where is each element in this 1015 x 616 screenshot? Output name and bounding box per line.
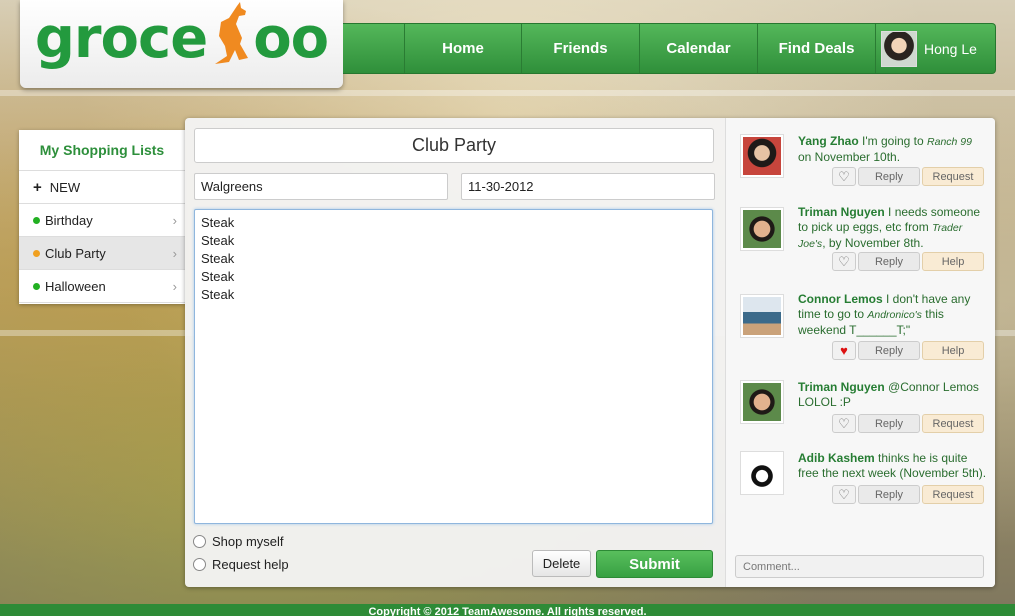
- radio-button[interactable]: [193, 558, 206, 571]
- status-dot-icon: [33, 216, 40, 224]
- reply-button[interactable]: Reply: [858, 485, 920, 504]
- items-textarea[interactable]: Steak Steak Steak Steak Steak: [194, 209, 713, 524]
- sidebar-item-club-party[interactable]: Club Party ›: [19, 237, 185, 270]
- request-button[interactable]: Request: [922, 167, 984, 186]
- avatar: [881, 30, 917, 67]
- list-item: Steak: [201, 215, 235, 230]
- chevron-right-icon: ›: [172, 278, 177, 294]
- reply-button[interactable]: Reply: [858, 341, 920, 360]
- post-author[interactable]: Adib Kashem: [798, 451, 875, 465]
- nav-user-profile[interactable]: Hong Le: [876, 24, 995, 73]
- like-button[interactable]: ♡: [832, 414, 856, 433]
- post-author[interactable]: Triman Nguyen: [798, 205, 885, 219]
- chevron-right-icon: ›: [172, 212, 177, 228]
- like-button[interactable]: ♡: [832, 485, 856, 504]
- reply-button[interactable]: Reply: [858, 252, 920, 271]
- footer: Copyright © 2012 TeamAwesome. All rights…: [0, 604, 1015, 616]
- help-button[interactable]: Help: [922, 252, 984, 271]
- logo[interactable]: groce oo: [20, 0, 343, 88]
- post-body: on November 10th.: [798, 150, 901, 164]
- heart-icon: ♡: [838, 253, 850, 269]
- nav-home[interactable]: Home: [404, 24, 522, 73]
- post-text: Adib Kashem thinks he is quite free the …: [798, 451, 988, 481]
- user-name: Hong Le: [924, 40, 977, 57]
- nav-find-deals[interactable]: Find Deals: [758, 24, 876, 73]
- submit-button[interactable]: Submit: [596, 550, 713, 578]
- avatar[interactable]: [740, 134, 784, 178]
- like-button[interactable]: ♡: [832, 167, 856, 186]
- sidebar-title: My Shopping Lists: [19, 130, 185, 171]
- sidebar-item-new[interactable]: + NEW: [19, 171, 185, 204]
- avatar[interactable]: [740, 451, 784, 495]
- post-actions: ♡ Reply Help: [832, 252, 984, 271]
- heart-icon: ♡: [838, 486, 850, 502]
- like-button[interactable]: ♡: [832, 252, 856, 271]
- avatar[interactable]: [740, 294, 784, 338]
- logo-text-end: oo: [253, 5, 329, 71]
- store-name: Andronico's: [867, 309, 922, 321]
- store-name: Ranch 99: [927, 136, 972, 148]
- post-body: I'm going to: [858, 134, 928, 148]
- post-text: Yang Zhao I'm going to Ranch 99 on Novem…: [798, 134, 988, 165]
- option-label: Request help: [212, 557, 289, 572]
- heart-icon: ♡: [838, 168, 850, 184]
- request-button[interactable]: Request: [922, 485, 984, 504]
- post-author[interactable]: Triman Nguyen: [798, 380, 885, 394]
- post-text: Connor Lemos I don't have any time to go…: [798, 292, 988, 338]
- option-label: Shop myself: [212, 534, 284, 549]
- request-button[interactable]: Request: [922, 414, 984, 433]
- shop-myself-option[interactable]: Shop myself: [193, 534, 284, 549]
- store-field[interactable]: Walgreens: [194, 173, 448, 200]
- delete-button[interactable]: Delete: [532, 550, 591, 577]
- list-editor-panel: Club Party Walgreens 11-30-2012 Steak St…: [185, 118, 995, 587]
- list-title-field[interactable]: Club Party: [194, 128, 714, 163]
- sidebar-item-label: Halloween: [45, 278, 106, 294]
- post-actions: ♥ Reply Help: [832, 341, 984, 360]
- sidebar-item-label: Club Party: [45, 245, 106, 261]
- post-author[interactable]: Yang Zhao: [798, 134, 859, 148]
- main-nav: Home Friends Calendar Find Deals Hong Le: [343, 23, 996, 74]
- kangaroo-icon: [215, 2, 249, 65]
- shopping-lists-sidebar: My Shopping Lists + NEW Birthday › Club …: [19, 130, 185, 304]
- reply-button[interactable]: Reply: [858, 414, 920, 433]
- activity-feed: Yang Zhao I'm going to Ranch 99 on Novem…: [725, 118, 995, 587]
- chevron-right-icon: ›: [172, 245, 177, 261]
- comment-input[interactable]: Comment...: [735, 555, 984, 578]
- post-body: , by November 8th.: [822, 236, 924, 250]
- post-text: Triman Nguyen @Connor Lemos LOLOL :P: [798, 380, 988, 410]
- list-item: Steak: [201, 269, 235, 284]
- list-item: Steak: [201, 251, 235, 266]
- status-dot-icon: [33, 282, 40, 290]
- post-actions: ♡ Reply Request: [832, 414, 984, 433]
- nav-friends[interactable]: Friends: [522, 24, 640, 73]
- nav-calendar[interactable]: Calendar: [640, 24, 758, 73]
- plus-icon: +: [33, 178, 42, 196]
- avatar[interactable]: [740, 207, 784, 251]
- list-item: Steak: [201, 233, 235, 248]
- sidebar-item-birthday[interactable]: Birthday ›: [19, 204, 185, 237]
- post-actions: ♡ Reply Request: [832, 167, 984, 186]
- heart-icon: ♡: [838, 415, 850, 431]
- logo-text-start: groce: [34, 5, 208, 71]
- like-button[interactable]: ♥: [832, 341, 856, 360]
- status-dot-icon: [33, 249, 40, 257]
- post-author[interactable]: Connor Lemos: [798, 292, 883, 306]
- help-button[interactable]: Help: [922, 341, 984, 360]
- avatar[interactable]: [740, 380, 784, 424]
- sidebar-item-halloween[interactable]: Halloween ›: [19, 270, 185, 303]
- list-item: Steak: [201, 287, 235, 302]
- radio-button[interactable]: [193, 535, 206, 548]
- sidebar-item-label: Birthday: [45, 212, 93, 228]
- post-actions: ♡ Reply Request: [832, 485, 984, 504]
- request-help-option[interactable]: Request help: [193, 557, 289, 572]
- date-field[interactable]: 11-30-2012: [461, 173, 715, 200]
- sidebar-item-label: NEW: [49, 179, 81, 195]
- reply-button[interactable]: Reply: [858, 167, 920, 186]
- heart-filled-icon: ♥: [840, 343, 848, 358]
- post-text: Triman Nguyen I needs someone to pick up…: [798, 205, 988, 252]
